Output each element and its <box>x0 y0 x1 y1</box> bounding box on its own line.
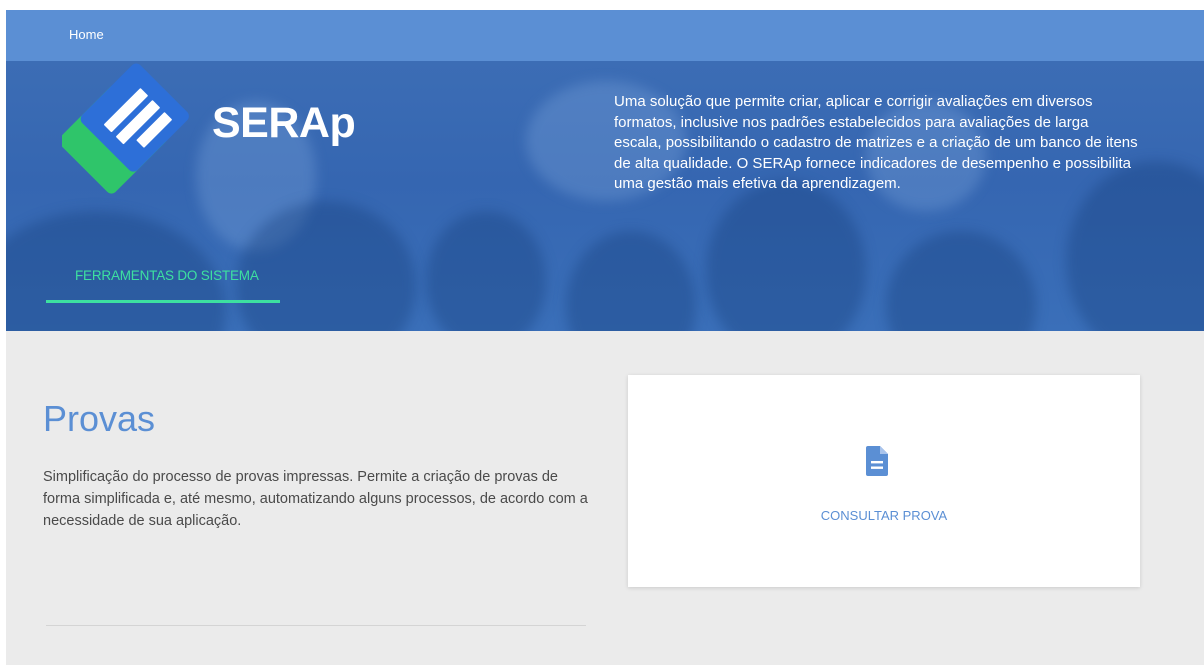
consultar-prova-label: CONSULTAR PROVA <box>820 508 948 523</box>
serap-logo-icon <box>62 63 189 194</box>
active-tab-indicator <box>46 300 280 303</box>
top-nav-bar: Home <box>6 10 1204 61</box>
home-link[interactable]: Home <box>69 27 104 42</box>
hero-description: Uma solução que permite criar, aplicar e… <box>614 93 1138 192</box>
tab-label: FERRAMENTAS DO SISTEMA <box>75 268 259 283</box>
section-description: Simplificação do processo de provas impr… <box>43 469 588 529</box>
tab-ferramentas-do-sistema[interactable]: FERRAMENTAS DO SISTEMA <box>46 246 280 303</box>
consultar-prova-card[interactable]: CONSULTAR PROVA <box>628 375 1140 587</box>
page-frame: Home SERAp Uma solução que permite criar… <box>6 10 1204 665</box>
document-icon <box>866 446 888 476</box>
section-divider <box>46 625 586 626</box>
section-title: Provas <box>43 398 156 439</box>
brand-title: SERAp <box>212 99 356 147</box>
hero-banner: SERAp Uma solução que permite criar, apl… <box>6 61 1204 331</box>
